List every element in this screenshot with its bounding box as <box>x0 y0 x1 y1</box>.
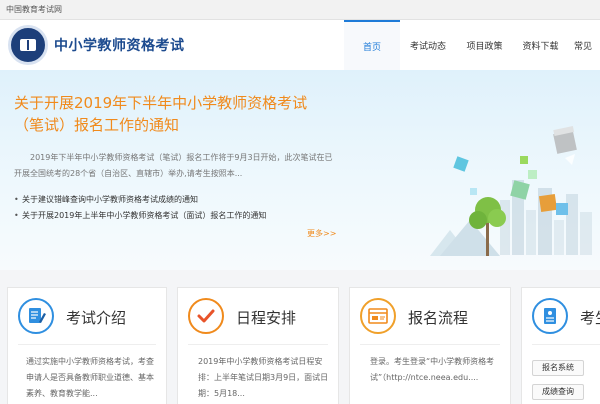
news-item[interactable]: 关于建议错峰查询中小学教师资格考试成绩的通知 <box>14 192 334 208</box>
card-text: 登录。考生登录“中小学教师资格考试”（http://ntce.neea.edu.… <box>370 357 495 382</box>
banner-headline[interactable]: 关于开展2019年下半年中小学教师资格考试（笔试）报名工作的通知 <box>14 92 332 136</box>
news-list: 关于建议错峰查询中小学教师资格考试成绩的通知 关于开展2019年上半年中小学教师… <box>14 192 334 224</box>
card-candidate[interactable]: 考生 报名系统 成绩查询 <box>521 287 600 404</box>
hero-banner: 关于开展2019年下半年中小学教师资格考试（笔试）报名工作的通知 2019年下半… <box>0 70 600 270</box>
top-bar-site-name: 中国教育考试网 <box>6 5 62 14</box>
card-registration[interactable]: 报名流程 登录。考生登录“中小学教师资格考试”（http://ntce.neea… <box>349 287 511 404</box>
card-schedule[interactable]: 日程安排 2019年中小学教师资格考试日程安排：上半年笔试日期3月9日，面试日期… <box>177 287 339 404</box>
nav-home[interactable]: 首页 <box>344 20 400 70</box>
card-title: 日程安排 <box>236 309 297 327</box>
main-nav: 首页 考试动态 项目政策 资料下载 常见 <box>344 20 600 70</box>
card-title: 考生 <box>580 309 600 327</box>
card-title: 报名流程 <box>408 309 469 327</box>
nav-downloads[interactable]: 资料下载 <box>513 20 568 70</box>
banner-summary: 2019年下半年中小学教师资格考试（笔试）报名工作将于9月3日开始，此次笔试在已… <box>14 153 333 178</box>
logo-icon[interactable] <box>8 25 48 65</box>
nav-policy[interactable]: 项目政策 <box>456 20 513 70</box>
card-divider <box>360 344 500 345</box>
document-edit-icon <box>18 298 54 334</box>
top-bar: 中国教育考试网 <box>0 0 600 20</box>
nav-exam-news[interactable]: 考试动态 <box>400 20 456 70</box>
feature-cards: 考试介绍 通过实施中小学教师资格考试，考查申请人是否具备教师职业道德、基本素养、… <box>0 270 600 404</box>
browser-window-icon <box>360 298 396 334</box>
card-text: 2019年中小学教师资格考试日程安排：上半年笔试日期3月9日，面试日期：5月18… <box>198 357 329 398</box>
card-divider <box>18 344 156 345</box>
card-title: 考试介绍 <box>66 309 127 327</box>
checkmark-icon <box>188 298 224 334</box>
notebook-icon <box>532 298 568 334</box>
card-divider <box>188 344 328 345</box>
card-text: 通过实施中小学教师资格考试，考查申请人是否具备教师职业道德、基本素养、教育教学能… <box>26 357 154 398</box>
header: 中小学教师资格考试 首页 考试动态 项目政策 资料下载 常见 <box>0 20 600 70</box>
site-title[interactable]: 中小学教师资格考试 <box>54 35 185 55</box>
more-link[interactable]: 更多>> <box>307 228 336 239</box>
registration-system-button[interactable]: 报名系统 <box>532 360 584 376</box>
score-query-button[interactable]: 成绩查询 <box>532 384 584 400</box>
nav-faq[interactable]: 常见 <box>568 20 600 70</box>
card-exam-intro[interactable]: 考试介绍 通过实施中小学教师资格考试，考查申请人是否具备教师职业道德、基本素养、… <box>7 287 167 404</box>
news-item[interactable]: 关于开展2019年上半年中小学教师资格考试（面试）报名工作的通知 <box>14 208 334 224</box>
card-divider <box>532 344 600 345</box>
